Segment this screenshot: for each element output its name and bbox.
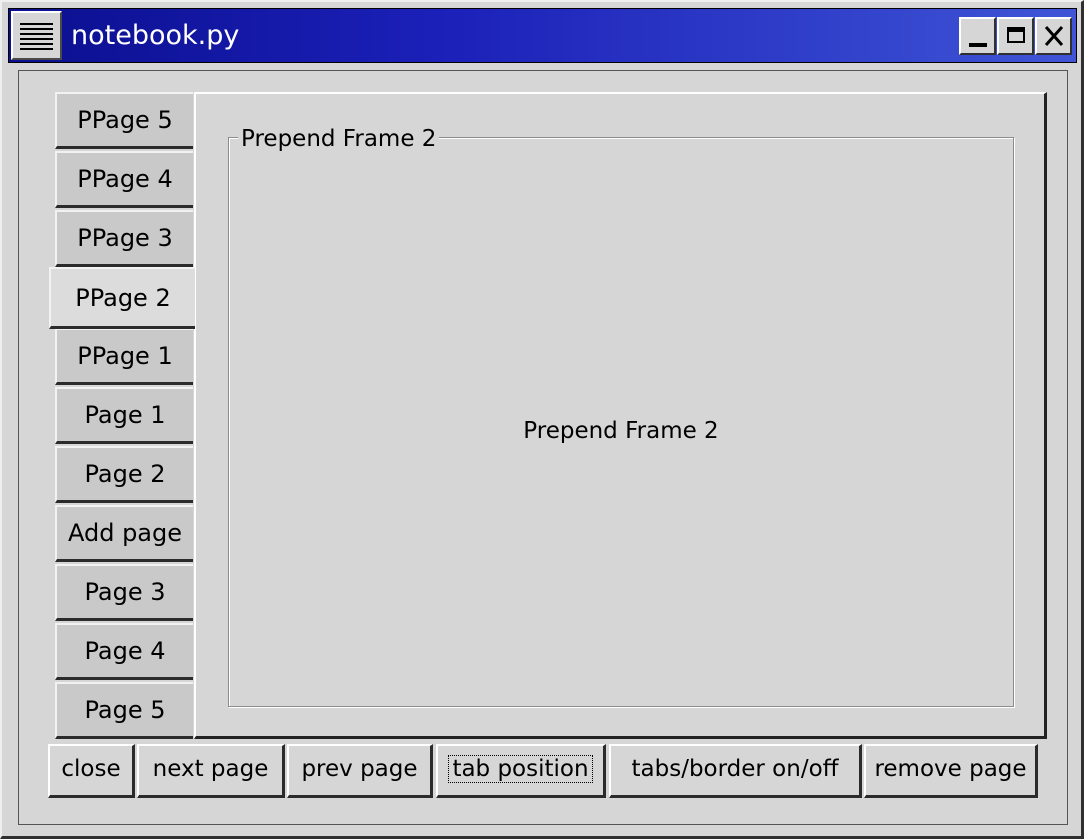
tab-page-5[interactable]: Page 5 <box>55 682 193 739</box>
tab-ppage-3[interactable]: PPage 3 <box>55 210 193 267</box>
frame-label: Prepend Frame 2 <box>238 124 440 154</box>
tab-page-4[interactable]: Page 4 <box>55 623 193 680</box>
next-page-button-label: next page <box>152 756 269 782</box>
remove-page-button[interactable]: remove page <box>864 744 1038 798</box>
next-page-button[interactable]: next page <box>137 744 285 798</box>
prev-page-button[interactable]: prev page <box>287 744 433 798</box>
tab-ppage-5[interactable]: PPage 5 <box>55 92 193 149</box>
prev-page-button-label: prev page <box>301 756 418 782</box>
minimize-button[interactable] <box>959 17 996 55</box>
tabs-border-toggle-button-label: tabs/border on/off <box>631 756 839 782</box>
menu-icon <box>20 23 53 50</box>
close-button-label: close <box>61 756 121 782</box>
window-title: notebook.py <box>71 20 240 51</box>
tab-add-page[interactable]: Add page <box>55 505 193 562</box>
window-menu-button[interactable] <box>11 11 62 60</box>
minimize-icon <box>969 43 987 47</box>
tab-page-1[interactable]: Page 1 <box>55 387 193 444</box>
tab-ppage-2[interactable]: PPage 2 <box>49 267 195 329</box>
close-window-button[interactable] <box>1035 17 1072 55</box>
tab-ppage-1[interactable]: PPage 1 <box>55 328 193 385</box>
title-bar[interactable]: notebook.py <box>8 8 1077 63</box>
tab-position-button[interactable]: tab position <box>436 744 606 798</box>
close-button[interactable]: close <box>48 744 135 798</box>
maximize-icon <box>1007 27 1025 43</box>
tab-ppage-4[interactable]: PPage 4 <box>55 151 193 208</box>
tab-position-button-label: tab position <box>448 755 593 783</box>
remove-page-button-label: remove page <box>874 756 1027 782</box>
tab-page-2[interactable]: Page 2 <box>55 446 193 503</box>
frame-content-label: Prepend Frame 2 <box>523 418 719 444</box>
maximize-button[interactable] <box>997 17 1034 55</box>
close-icon <box>1044 26 1064 46</box>
tabs-border-toggle-button[interactable]: tabs/border on/off <box>609 744 862 798</box>
tab-page-3[interactable]: Page 3 <box>55 564 193 621</box>
